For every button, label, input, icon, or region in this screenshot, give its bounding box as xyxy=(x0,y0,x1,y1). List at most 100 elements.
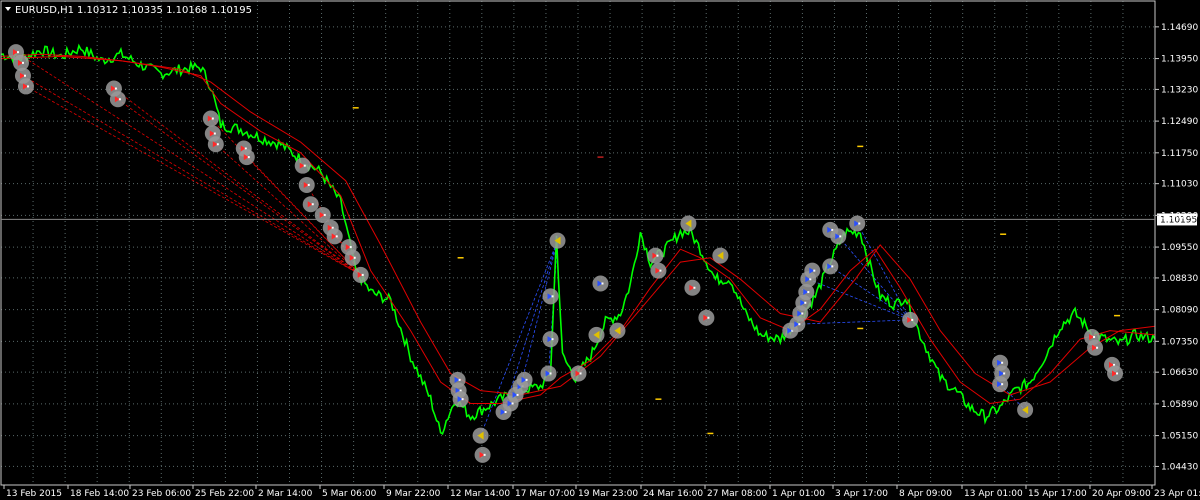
marker-dot xyxy=(303,164,306,167)
marker-dot xyxy=(707,316,710,319)
y-tick-label: 1.10290 xyxy=(1161,211,1198,221)
marker-dot xyxy=(323,213,326,216)
y-tick-label: 1.07350 xyxy=(1161,337,1198,347)
signal-marker-buy[interactable] xyxy=(540,365,557,382)
signal-marker-neutral[interactable] xyxy=(588,326,605,343)
signal-marker-buy[interactable] xyxy=(542,331,559,348)
marker-dot xyxy=(1001,383,1004,386)
signal-marker-buy[interactable] xyxy=(516,371,533,388)
signal-marker-sell[interactable] xyxy=(698,309,715,326)
price-chart[interactable]: 1.10195 1.146901.139501.132301.124901.11… xyxy=(0,0,1200,500)
signal-marker-buy[interactable] xyxy=(542,288,559,305)
marker-dot xyxy=(1116,372,1119,375)
signal-marker-sell[interactable] xyxy=(17,78,34,95)
signal-marker-sell[interactable] xyxy=(238,149,255,166)
marker-dot xyxy=(211,117,214,120)
marker-dot xyxy=(23,74,26,77)
signal-marker-sell[interactable] xyxy=(109,91,126,108)
chart-background xyxy=(0,0,1200,500)
signal-marker-buy[interactable] xyxy=(452,391,469,408)
y-tick-label: 1.05890 xyxy=(1161,400,1198,410)
signal-marker-neutral[interactable] xyxy=(472,427,489,444)
x-tick-label: 17 Mar 07:00 xyxy=(515,489,575,499)
signal-marker-sell[interactable] xyxy=(207,136,224,153)
signal-marker-sell[interactable] xyxy=(294,157,311,174)
marker-dot xyxy=(361,273,364,276)
y-tick-label: 1.14690 xyxy=(1161,23,1198,33)
marker-dot xyxy=(801,312,804,315)
x-tick-label: 19 Mar 23:00 xyxy=(578,489,638,499)
signal-marker-sell[interactable] xyxy=(352,266,369,283)
y-axis: 1.14690 1.13950 1.13230 1.12490 1.11750 1.110… xyxy=(1155,23,1198,472)
signal-marker-buy[interactable] xyxy=(592,275,609,292)
marker-dot xyxy=(213,132,216,135)
signal-marker-buy[interactable] xyxy=(849,215,866,232)
signal-marker-sell[interactable] xyxy=(326,228,343,245)
signal-marker-neutral[interactable] xyxy=(549,232,566,249)
marker-dot xyxy=(551,338,554,341)
signal-marker-sell[interactable] xyxy=(647,247,664,264)
marker-dot xyxy=(458,378,461,381)
x-tick-label: 20 Apr 09:00 xyxy=(1092,489,1151,499)
y-tick-label: 1.08830 xyxy=(1161,274,1198,284)
signal-marker-sell[interactable] xyxy=(650,262,667,279)
x-tick-label: 1 Apr 01:00 xyxy=(772,489,825,499)
x-tick-label: 5 Mar 06:00 xyxy=(322,489,377,499)
marker-dot xyxy=(579,372,582,375)
marker-dot xyxy=(839,235,842,238)
y-tick-label: 1.12490 xyxy=(1161,117,1198,127)
signal-marker-sell[interactable] xyxy=(202,110,219,127)
marker-dot xyxy=(118,98,121,101)
ohlc-values: 1.10312 1.10335 1.10168 1.10195 xyxy=(77,5,252,16)
signal-marker-neutral[interactable] xyxy=(680,215,697,232)
marker-dot xyxy=(461,398,464,401)
marker-dot xyxy=(307,183,310,186)
marker-dot xyxy=(525,378,528,381)
x-tick-label: 13 Apr 01:00 xyxy=(964,489,1023,499)
marker-dot xyxy=(26,85,29,88)
marker-dot xyxy=(483,453,486,456)
x-tick-label: 8 Apr 09:00 xyxy=(899,489,952,499)
signal-marker-sell[interactable] xyxy=(684,279,701,296)
x-tick-label: 24 Mar 16:00 xyxy=(643,489,703,499)
x-tick-label: 23 Apr 01:00 xyxy=(1154,489,1200,499)
y-tick-label: 1.08090 xyxy=(1161,306,1198,316)
marker-dot xyxy=(335,235,338,238)
marker-dot xyxy=(1093,336,1096,339)
marker-dot xyxy=(353,256,356,259)
x-tick-label: 25 Feb 22:00 xyxy=(195,489,254,499)
y-tick-label: 1.09550 xyxy=(1161,243,1198,253)
signal-marker-neutral[interactable] xyxy=(609,322,626,339)
x-tick-label: 2 Mar 14:00 xyxy=(258,489,313,499)
marker-dot xyxy=(216,143,219,146)
marker-dot xyxy=(549,372,552,375)
marker-dot xyxy=(349,246,352,249)
signal-marker-sell[interactable] xyxy=(902,311,919,328)
signal-marker-sell[interactable] xyxy=(302,196,319,213)
signal-marker-sell[interactable] xyxy=(1107,365,1124,382)
signal-marker-sell[interactable] xyxy=(1087,339,1104,356)
signal-marker-neutral[interactable] xyxy=(712,247,729,264)
marker-dot xyxy=(659,269,662,272)
marker-dot xyxy=(831,265,834,268)
x-tick-label: 13 Feb 2015 xyxy=(6,489,62,499)
signal-marker-sell[interactable] xyxy=(344,249,361,266)
marker-dot xyxy=(858,222,861,225)
signal-marker-sell[interactable] xyxy=(570,365,587,382)
marker-dot xyxy=(114,87,117,90)
signal-marker-buy[interactable] xyxy=(992,376,1009,393)
marker-dot xyxy=(656,254,659,257)
marker-dot xyxy=(807,291,810,294)
marker-dot xyxy=(1096,346,1099,349)
signal-marker-buy[interactable] xyxy=(804,262,821,279)
x-tick-label: 9 Mar 22:00 xyxy=(386,489,441,499)
signal-marker-buy[interactable] xyxy=(822,258,839,275)
signal-marker-neutral[interactable] xyxy=(1017,401,1034,418)
marker-dot xyxy=(21,61,24,64)
signal-marker-sell[interactable] xyxy=(474,446,491,463)
marker-dot xyxy=(804,301,807,304)
symbol-label: EURUSD,H1 xyxy=(15,5,74,16)
signal-marker-sell[interactable] xyxy=(298,176,315,193)
signal-marker-buy[interactable] xyxy=(830,228,847,245)
marker-dot xyxy=(813,269,816,272)
